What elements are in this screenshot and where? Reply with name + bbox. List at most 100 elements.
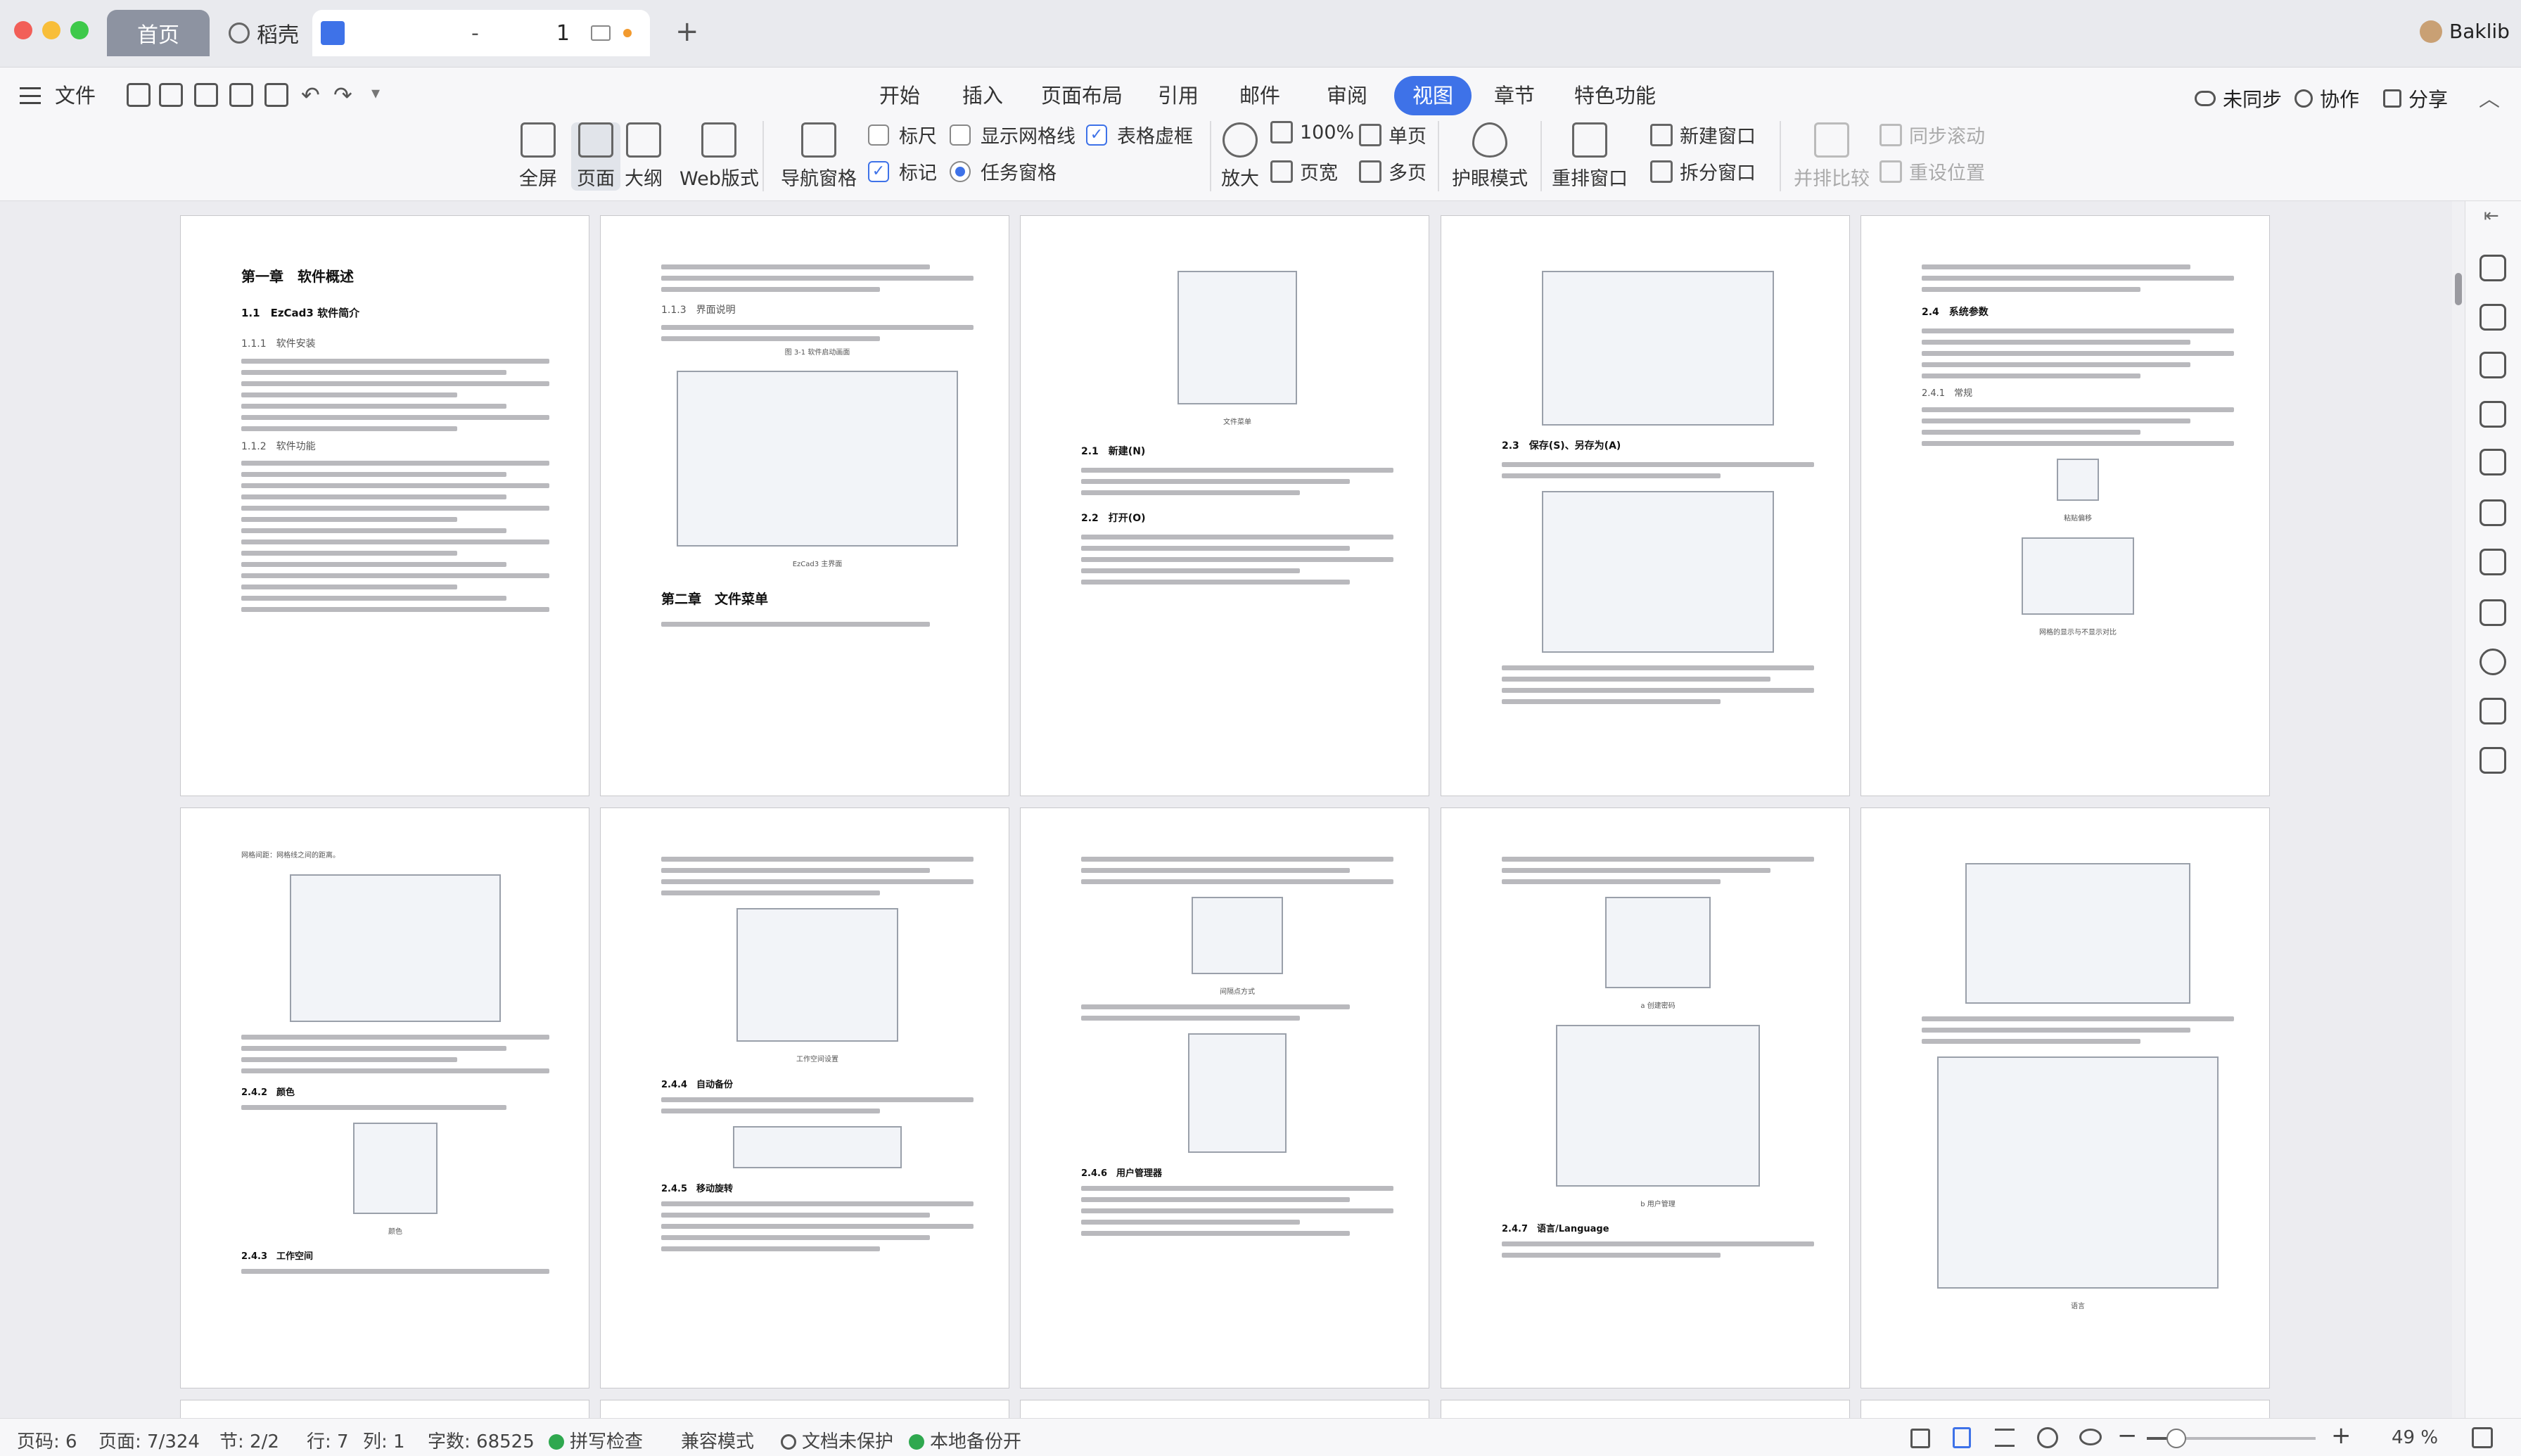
document-page[interactable]: 语言 — [1861, 807, 2270, 1388]
menu-review[interactable]: 审阅 — [1327, 76, 1367, 115]
marker-checkbox[interactable]: ✓ 标记 — [868, 158, 937, 185]
menu-chapter[interactable]: 章节 — [1494, 76, 1535, 115]
zoom-button[interactable]: 放大 — [1221, 122, 1259, 191]
scrollbar-thumb[interactable] — [2455, 273, 2462, 305]
sidebar-collapse-icon[interactable]: ⇤ — [2484, 205, 2499, 226]
side-by-side-button[interactable]: 并排比较 — [1794, 122, 1870, 191]
doc-protection-status[interactable]: 文档未保护 — [781, 1427, 893, 1453]
user-profile[interactable]: Baklib — [2420, 20, 2510, 43]
fit-screen-icon[interactable] — [1910, 1429, 1930, 1448]
table-frame-checkbox[interactable]: ✓ 表格虚框 — [1086, 121, 1193, 148]
document-page[interactable]: 2.3 保存(S)、另存为(A) — [1441, 215, 1850, 796]
style-icon[interactable] — [2479, 352, 2506, 378]
page-view-status-icon[interactable] — [1953, 1427, 1971, 1448]
pen-icon[interactable] — [2479, 255, 2506, 281]
collapse-ribbon-icon[interactable]: ︿ — [2479, 82, 2500, 113]
document-page[interactable]: 2.4 系统参数 2.4.1 常规 粘贴偏移 网格的显示与不显示对比 — [1861, 215, 2270, 796]
compat-mode-status[interactable]: 兼容模式 — [681, 1427, 754, 1453]
shapes-icon[interactable] — [2479, 304, 2506, 331]
reset-position-button[interactable]: 重设位置 — [1879, 158, 1985, 185]
share-button[interactable]: 分享 — [2383, 84, 2448, 113]
open-icon[interactable] — [127, 83, 151, 107]
tab-home[interactable]: 首页 — [107, 10, 210, 56]
outline-button[interactable]: 大纲 — [625, 122, 663, 191]
local-backup-status[interactable]: 本地备份开 — [909, 1427, 1021, 1453]
status-page-count[interactable]: 页面: 7/324 — [98, 1427, 200, 1453]
image-icon[interactable] — [2479, 747, 2506, 774]
undo-icon[interactable]: ↶ — [301, 82, 320, 108]
tab-document[interactable]: - 1 — [312, 10, 650, 56]
web-layout-button[interactable]: Web版式 — [679, 122, 759, 191]
cursor-icon[interactable] — [2479, 499, 2506, 526]
pdf-export-icon[interactable] — [194, 83, 218, 107]
fullscreen-button[interactable]: 全屏 — [519, 122, 557, 191]
zoom-slider[interactable] — [2147, 1429, 2316, 1448]
translate-icon[interactable] — [2479, 401, 2506, 428]
ribbon-divider — [762, 121, 764, 191]
menu-special[interactable]: 特色功能 — [1574, 76, 1656, 115]
rearrange-window-button[interactable]: 重排窗口 — [1552, 122, 1628, 191]
document-page[interactable]: 文件菜单 2.1 新建(N) 2.2 打开(O) — [1020, 215, 1429, 796]
new-window-button[interactable]: 新建窗口 — [1650, 121, 1756, 148]
screen-icon[interactable] — [590, 25, 611, 41]
spell-check-status[interactable]: 拼写检查 — [549, 1427, 643, 1453]
sync-scroll-button[interactable]: 同步滚动 — [1879, 121, 1985, 148]
hamburger-menu-icon[interactable] — [20, 87, 41, 104]
zoom-100-button[interactable]: 100% — [1270, 121, 1354, 143]
expand-window-icon[interactable] — [2472, 1427, 2493, 1448]
history-icon[interactable] — [2479, 649, 2506, 675]
single-page-button[interactable]: 单页 — [1359, 121, 1427, 148]
page-width-button[interactable]: 页宽 — [1270, 158, 1338, 185]
menu-reference[interactable]: 引用 — [1158, 76, 1199, 115]
document-page[interactable]: 网格间距：网格线之间的距离。 2.4.2 颜色 颜色 2.4.3 工作空间 — [180, 807, 589, 1388]
menu-view[interactable]: 视图 — [1394, 76, 1472, 115]
menu-layout[interactable]: 页面布局 — [1041, 76, 1123, 115]
vertical-scrollbar[interactable] — [2452, 201, 2465, 1418]
zoom-in-button[interactable]: + — [2331, 1422, 2351, 1450]
zoom-slider-knob[interactable] — [2166, 1429, 2186, 1448]
print-icon[interactable] — [229, 83, 253, 107]
redo-icon[interactable]: ↷ — [333, 82, 352, 108]
single-page-icon — [1359, 123, 1381, 146]
document-page[interactable]: a 创建密码 b 用户管理 2.4.7 语言/Language — [1441, 807, 1850, 1388]
page-view-button[interactable]: 页面 — [571, 122, 620, 191]
status-word-count[interactable]: 字数: 68525 — [428, 1427, 535, 1453]
collab-button[interactable]: 协作 — [2295, 84, 2359, 113]
document-page[interactable]: 工作空间设置 2.4.4 自动备份 2.4.5 移动旋转 — [600, 807, 1009, 1388]
document-page[interactable]: 间隔点方式 2.4.6 用户管理器 — [1020, 807, 1429, 1388]
save-icon[interactable] — [159, 83, 183, 107]
eye-status-icon[interactable] — [2079, 1429, 2102, 1445]
outline-status-icon[interactable] — [1995, 1429, 2015, 1447]
settings-sliders-icon[interactable] — [2479, 599, 2506, 626]
zoom-out-button[interactable]: − — [2117, 1422, 2138, 1450]
print-preview-icon[interactable] — [264, 83, 288, 107]
menu-insert[interactable]: 插入 — [962, 76, 1003, 115]
maximize-window-icon[interactable] — [70, 21, 89, 39]
file-menu[interactable]: 文件 — [55, 76, 96, 115]
customize-dropdown-icon[interactable]: ▾ — [371, 83, 380, 103]
close-window-icon[interactable] — [14, 21, 32, 39]
menu-start[interactable]: 开始 — [879, 76, 920, 115]
multi-page-button[interactable]: 多页 — [1359, 158, 1427, 185]
task-pane-radio[interactable]: 任务窗格 — [950, 158, 1057, 185]
web-status-icon[interactable] — [2037, 1427, 2058, 1448]
document-page[interactable]: 1.1.3 界面说明 图 3-1 软件启动画面 EzCad3 主界面 第二章 文… — [600, 215, 1009, 796]
lock-icon[interactable] — [2479, 549, 2506, 575]
menu-mail[interactable]: 邮件 — [1239, 76, 1280, 115]
word-doc-icon — [321, 21, 345, 45]
subsection-heading: 2.4.3 工作空间 — [241, 1251, 314, 1262]
new-tab-button[interactable]: + — [675, 15, 699, 48]
nav-pane-button[interactable]: 导航窗格 — [781, 122, 857, 191]
contact-icon[interactable] — [2479, 698, 2506, 724]
eye-care-button[interactable]: 护眼模式 — [1452, 122, 1528, 191]
zoom-percentage[interactable]: 49 % — [2392, 1427, 2438, 1448]
gridlines-checkbox[interactable]: 显示网格线 — [950, 121, 1076, 148]
split-window-button[interactable]: 拆分窗口 — [1650, 158, 1756, 185]
minimize-window-icon[interactable] — [42, 21, 60, 39]
sync-status[interactable]: 未同步 — [2195, 84, 2282, 113]
ruler-checkbox[interactable]: 标尺 — [868, 121, 937, 148]
document-canvas[interactable]: 第一章 软件概述 1.1 EzCad3 软件简介 1.1.1 软件安装 1.1.… — [0, 201, 2455, 1418]
box-icon[interactable] — [2479, 449, 2506, 475]
tab-docer[interactable]: 稻壳 — [211, 10, 317, 56]
document-page[interactable]: 第一章 软件概述 1.1 EzCad3 软件简介 1.1.1 软件安装 1.1.… — [180, 215, 589, 796]
